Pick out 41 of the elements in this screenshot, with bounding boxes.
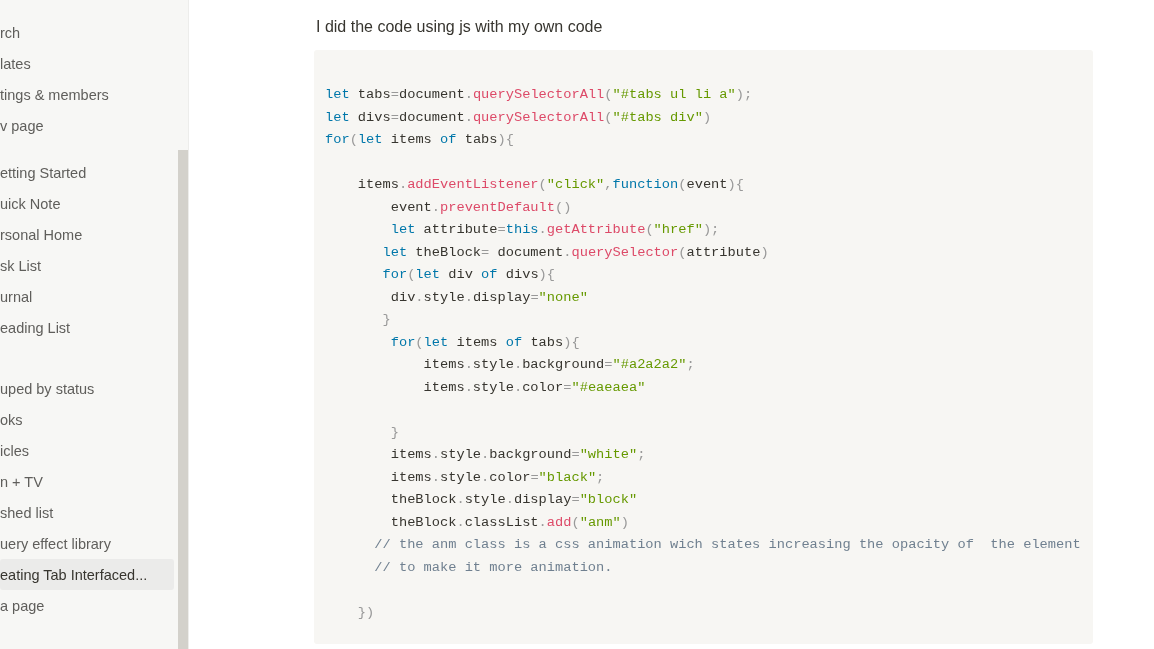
sidebar-item[interactable]: shed list — [0, 497, 174, 528]
sidebar-item[interactable]: icles — [0, 435, 174, 466]
code-line: theBlock.style.display="block" — [389, 491, 639, 509]
code-line: } — [381, 311, 392, 329]
code-line: let divs=document.querySelectorAll("#tabs div") — [325, 108, 713, 127]
sidebar-item[interactable]: urnal — [0, 281, 174, 312]
code-line: event.preventDefault() — [389, 198, 573, 217]
code-line: items.style.background="#a2a2a2"; — [422, 356, 696, 374]
sidebar-item[interactable]: eating Tab Interfaced... — [0, 559, 174, 590]
sidebar-item[interactable]: uery effect library — [0, 528, 174, 559]
code-line: // the anm class is a css animation wich states increasing the opacity of the element — [373, 536, 1082, 554]
code-line: items.addEventListener("click",function(event){ — [356, 176, 745, 194]
code-line: for(let items of tabs){ — [325, 131, 515, 149]
sidebar-item[interactable]: n + TV — [0, 466, 174, 497]
code-line: let theBlock= document.querySelector(attribute) — [381, 243, 770, 262]
code-line: let tabs=document.querySelectorAll("#tabs ul li a"); — [325, 86, 754, 104]
code-line: let attribute=this.getAttribute("href"); — [389, 221, 721, 239]
sidebar-item[interactable]: lates — [0, 48, 174, 79]
sidebar-item[interactable]: oks — [0, 404, 174, 435]
code-line: div.style.display="none" — [389, 288, 589, 307]
sidebar-item[interactable]: tings & members — [0, 79, 174, 110]
scrollbar[interactable] — [178, 150, 188, 649]
code-line: theBlock.classList.add("anm") — [389, 513, 630, 532]
sidebar-item[interactable]: rsonal Home — [0, 219, 174, 250]
code-line: }) — [356, 603, 376, 622]
sidebar-item[interactable]: sk List — [0, 250, 174, 281]
paragraph: I did the code using js with my own code — [316, 17, 604, 37]
sidebar-item[interactable]: rch — [0, 17, 174, 48]
code-line: items.style.background="white"; — [389, 446, 647, 464]
sidebar-item[interactable]: etting Started — [0, 157, 174, 188]
sidebar-item[interactable]: v page — [0, 110, 174, 141]
code-line: for(let items of tabs){ — [389, 333, 581, 352]
sidebar-item[interactable]: eading List — [0, 312, 174, 343]
code-line: items.style.color="#eaeaea" — [422, 378, 647, 397]
sidebar-item[interactable]: a page — [0, 590, 174, 621]
code-line: items.style.color="black"; — [389, 468, 606, 487]
code-line: } — [389, 423, 400, 442]
sidebar-item[interactable]: uick Note — [0, 188, 174, 219]
code-line: for(let div of divs){ — [381, 266, 557, 284]
code-line: // to make it more animation. — [373, 558, 614, 577]
sidebar-item[interactable]: uped by status — [0, 373, 174, 404]
